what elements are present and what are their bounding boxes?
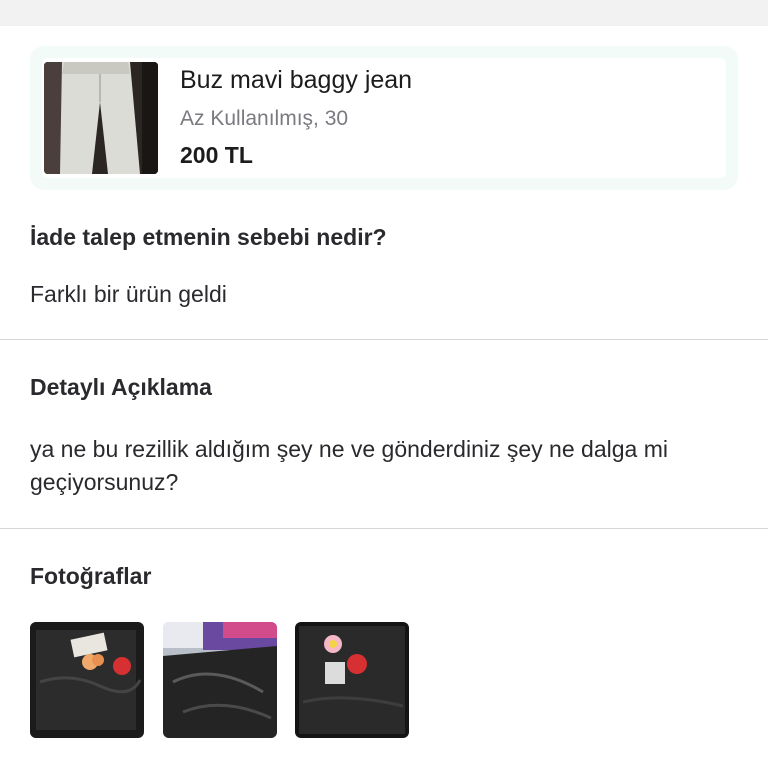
return-reason-value: Farklı bir ürün geldi — [30, 281, 227, 307]
product-title: Buz mavi baggy jean — [180, 66, 413, 94]
top-bar — [0, 0, 768, 26]
photo-icon — [30, 622, 144, 738]
jeans-photo-icon — [44, 62, 158, 174]
product-card[interactable]: Buz mavi baggy jean Az Kullanılmış, 30 2… — [30, 46, 738, 190]
return-reason-label: İade talep etmenin sebebi nedir? — [30, 224, 387, 250]
product-price: 200 TL — [180, 142, 253, 168]
photo-icon — [163, 622, 277, 738]
detailed-description-label: Detaylı Açıklama — [30, 374, 212, 400]
divider — [0, 339, 768, 340]
product-condition-size: Az Kullanılmış, 30 — [180, 107, 349, 130]
photos-label: Fotoğraflar — [30, 563, 152, 589]
photo-thumbnail-2[interactable] — [163, 622, 277, 738]
photo-icon — [295, 622, 409, 738]
product-thumbnail — [44, 62, 158, 174]
product-card-inner: Buz mavi baggy jean Az Kullanılmış, 30 2… — [42, 58, 726, 178]
photo-thumbnail-3[interactable] — [295, 622, 409, 738]
photo-thumbnail-1[interactable] — [30, 622, 144, 738]
detailed-description-text: ya ne bu rezillik aldığım şey ne ve gönd… — [30, 436, 668, 495]
divider — [0, 528, 768, 529]
